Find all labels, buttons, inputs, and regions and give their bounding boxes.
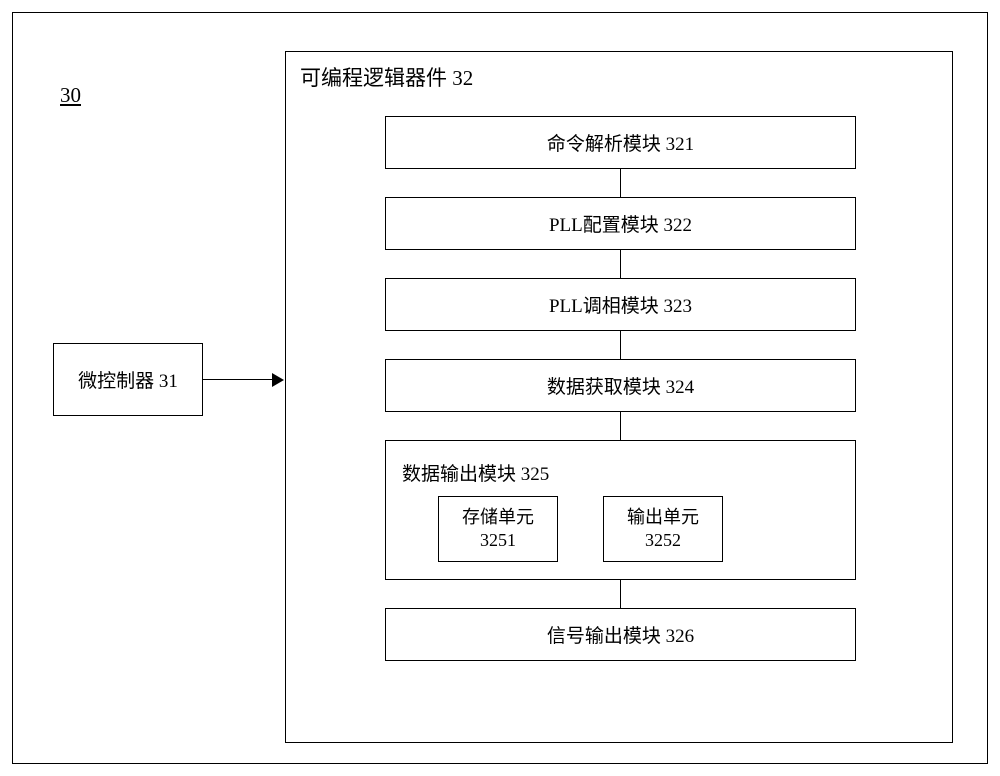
storage-unit-box: 存储单元 3251 <box>438 496 558 562</box>
microcontroller-box: 微控制器 31 <box>53 343 203 416</box>
pll-phase-module: PLL调相模块 323 <box>385 278 856 331</box>
module-label: 信号输出模块 326 <box>547 621 694 648</box>
diagram-id-label: 30 <box>60 83 81 108</box>
storage-unit-id: 3251 <box>480 529 516 552</box>
connector-line <box>620 412 621 440</box>
connector-line <box>620 250 621 278</box>
module-label: 命令解析模块 321 <box>547 129 694 156</box>
storage-unit-name: 存储单元 <box>462 506 534 529</box>
pll-config-module: PLL配置模块 322 <box>385 197 856 250</box>
sub-module-row: 存储单元 3251 输出单元 3252 <box>438 496 723 562</box>
pld-title-label: 可编程逻辑器件 32 <box>300 62 473 92</box>
output-unit-name: 输出单元 <box>627 506 699 529</box>
module-label: 数据获取模块 324 <box>547 372 694 399</box>
module-label: PLL调相模块 323 <box>549 291 692 318</box>
arrow-shaft <box>203 379 274 380</box>
pld-container-box: 可编程逻辑器件 32 命令解析模块 321 PLL配置模块 322 PLL调相模… <box>285 51 953 743</box>
arrow-head-icon <box>272 373 284 387</box>
module-label: PLL配置模块 322 <box>549 210 692 237</box>
signal-output-module: 信号输出模块 326 <box>385 608 856 661</box>
module-stack: 命令解析模块 321 PLL配置模块 322 PLL调相模块 323 数据获取模… <box>385 116 856 661</box>
output-unit-box: 输出单元 3252 <box>603 496 723 562</box>
diagram-frame: 30 微控制器 31 可编程逻辑器件 32 命令解析模块 321 PLL配置模块… <box>12 12 988 764</box>
connector-line <box>620 580 621 608</box>
connector-line <box>620 331 621 359</box>
output-unit-id: 3252 <box>645 529 681 552</box>
microcontroller-label: 微控制器 31 <box>78 366 178 393</box>
command-parse-module: 命令解析模块 321 <box>385 116 856 169</box>
module-325-label: 数据输出模块 325 <box>402 459 549 486</box>
connector-line <box>620 169 621 197</box>
data-output-module: 数据输出模块 325 存储单元 3251 输出单元 3252 <box>385 440 856 580</box>
data-acquire-module: 数据获取模块 324 <box>385 359 856 412</box>
